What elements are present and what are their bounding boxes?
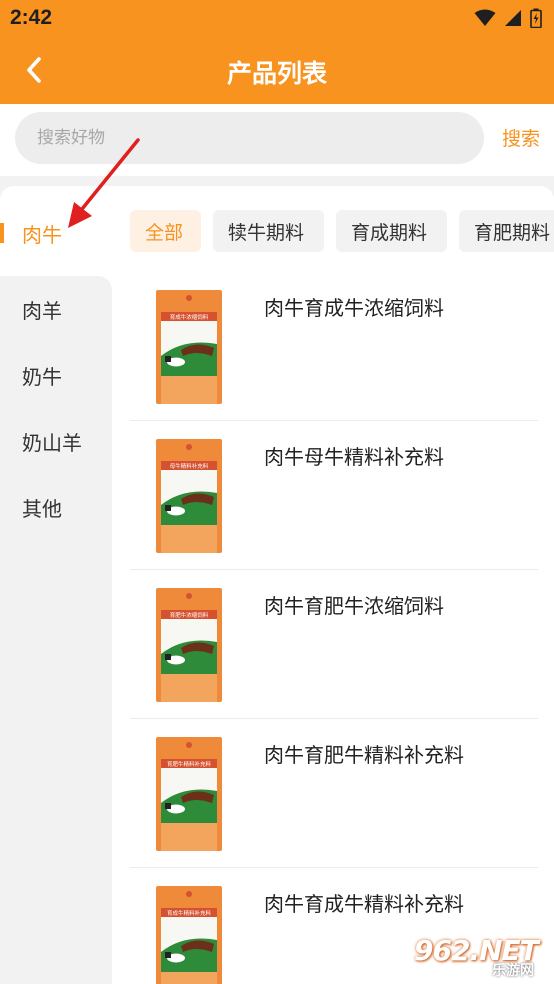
battery-icon [530,8,542,28]
product-item[interactable]: 育肥牛浓缩饲料 肉牛育肥牛浓缩饲料 [130,570,538,719]
product-item[interactable]: 育肥牛精料补充料 肉牛育肥牛精料补充料 [130,719,538,868]
sidebar-item-label: 其他 [22,496,62,521]
sidebar-item-label: 肉牛 [22,222,62,247]
tab-calf-stage[interactable]: 犊牛期料 [213,210,324,252]
status-time: 2:42 [10,6,53,29]
sidebar-item-dairy-goat[interactable]: 奶山羊 [0,408,112,474]
bag-label: 育成牛浓缩饲料 [170,313,209,321]
product-list: 育成牛浓缩饲料 肉牛育成牛浓缩饲料 母牛精料补充料 肉牛母牛精料补充料 育肥牛浓… [130,272,554,984]
search-button[interactable]: 搜索 [502,124,540,151]
product-item[interactable]: 育成牛浓缩饲料 肉牛育成牛浓缩饲料 [130,272,538,421]
product-name: 肉牛育成牛浓缩饲料 [264,296,444,320]
product-name: 肉牛育肥牛浓缩饲料 [264,594,444,618]
signal-icon [505,10,521,26]
sidebar-item-other[interactable]: 其他 [0,474,112,540]
product-image: 育肥牛浓缩饲料 [156,588,222,702]
tab-growing-stage[interactable]: 育成期料 [336,210,447,252]
content-card: 肉牛 肉羊 奶牛 奶山羊 其他 全部 犊牛期料 育成期料 育肥期料 育成牛浓缩饲… [0,186,554,984]
product-image: 育成牛精料补充料 [156,886,222,984]
product-image: 母牛精料补充料 [156,439,222,553]
sidebar-item-meat-sheep[interactable]: 肉羊 [0,276,112,342]
product-name: 肉牛育成牛精料补充料 [264,892,464,916]
page-title: 产品列表 [226,59,327,88]
active-indicator [0,223,4,243]
stage-tabs: 全部 犊牛期料 育成期料 育肥期料 [130,210,554,254]
bag-label: 育成牛精料补充料 [167,909,212,917]
watermark-subtext: 乐游网 [492,963,534,979]
category-sidebar: 肉羊 奶牛 奶山羊 其他 [0,276,112,984]
sidebar-item-label: 奶牛 [22,364,62,389]
sidebar-item-label: 奶山羊 [22,430,82,455]
app-header: 2:42 产品列表 [0,0,554,104]
product-name: 肉牛母牛精料补充料 [264,445,444,469]
product-image: 育成牛浓缩饲料 [156,290,222,404]
sidebar-item-label: 肉羊 [22,298,62,323]
product-image: 育肥牛精料补充料 [156,737,222,851]
watermark-logo: 962.NET 乐游网 [414,934,554,984]
product-name: 肉牛育肥牛精料补充料 [264,743,464,767]
sidebar-item-dairy-cow[interactable]: 奶牛 [0,342,112,408]
wifi-icon [474,9,496,26]
tab-fattening-stage[interactable]: 育肥期料 [459,210,554,252]
annotation-arrow-icon [68,138,140,228]
main-area: 肉牛 肉羊 奶牛 奶山羊 其他 全部 犊牛期料 育成期料 育肥期料 育成牛浓缩饲… [0,176,554,984]
bag-label: 育肥牛精料补充料 [167,760,212,768]
status-icons [474,8,542,28]
bag-label: 母牛精料补充料 [170,462,209,470]
bag-label: 育肥牛浓缩饲料 [170,611,209,619]
product-item[interactable]: 母牛精料补充料 肉牛母牛精料补充料 [130,421,538,570]
